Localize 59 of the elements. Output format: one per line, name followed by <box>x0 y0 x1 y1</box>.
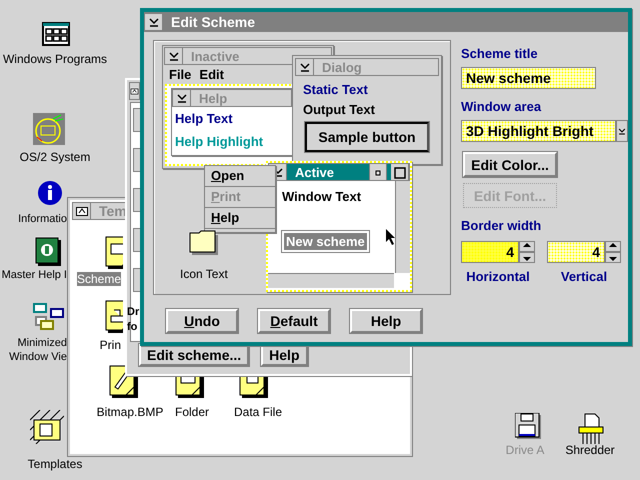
window-title: Active <box>294 164 336 180</box>
output-text: Output Text <box>303 102 375 117</box>
spin-label: Vertical <box>560 269 608 284</box>
description-text: Dr <box>127 306 140 318</box>
printer-template-icon[interactable] <box>105 300 123 334</box>
description-text: fo <box>127 321 138 333</box>
os2-logo-icon <box>33 113 65 145</box>
floppy-disk-icon <box>515 413 541 439</box>
icon-label: Master Help I <box>2 268 67 282</box>
field-label: Scheme title <box>461 46 539 61</box>
selected-text: New scheme <box>284 233 367 250</box>
spin-arrows-icon[interactable] <box>605 241 621 263</box>
icon-label: Drive A <box>504 443 546 457</box>
color-swatch[interactable] <box>133 188 140 212</box>
push-button[interactable]: Undo <box>166 309 238 333</box>
page-template-icon[interactable] <box>239 377 269 399</box>
spin-field[interactable]: 4 <box>461 241 519 263</box>
help-text: Help Text <box>175 111 233 126</box>
folder-icon[interactable] <box>73 203 91 219</box>
shredder-icon <box>578 413 604 445</box>
icon-label: Minimized <box>17 336 67 350</box>
icon-label: Shredder <box>564 443 616 457</box>
help-book-icon <box>35 237 63 267</box>
scheme-template-icon[interactable] <box>105 236 123 270</box>
window-title: Dialog <box>321 60 362 74</box>
static-text: Static Text <box>303 82 368 97</box>
system-menu-icon[interactable] <box>145 14 163 30</box>
field-label: Window area <box>461 99 542 114</box>
spin-arrows-icon[interactable] <box>519 241 535 263</box>
push-button[interactable]: Default <box>258 309 330 333</box>
sample-button[interactable]: Sample button <box>305 122 429 152</box>
push-button[interactable]: Help <box>350 309 422 333</box>
window-title: Inactive <box>190 48 240 64</box>
icon-label: Window Vie <box>9 350 67 364</box>
window-grid-icon <box>42 22 70 46</box>
folder-template-icon[interactable] <box>175 377 205 399</box>
window-title: Edit Scheme <box>170 14 256 30</box>
help-highlight-text: Help Highlight <box>175 134 264 149</box>
icon-text: Icon Text <box>180 267 228 281</box>
icon-label[interactable]: Scheme <box>76 272 121 286</box>
templates-folder-icon <box>30 410 64 444</box>
field-label: Border width <box>461 218 542 233</box>
icon-label: OS/2 System <box>18 150 92 164</box>
minimized-windows-icon <box>33 303 65 331</box>
icon-label: Informatio <box>18 212 67 226</box>
info-icon <box>37 180 63 206</box>
window-text: Window Text <box>282 189 362 204</box>
icon-label: Templates <box>26 457 84 471</box>
push-button[interactable]: Edit Color... <box>463 152 557 177</box>
color-swatch[interactable] <box>133 108 140 132</box>
color-swatch[interactable] <box>133 228 140 252</box>
mouse-pointer-icon <box>386 229 396 245</box>
window-title: Help <box>198 90 228 106</box>
icon-label: Windows Programs <box>2 52 108 66</box>
window-icon[interactable] <box>130 83 140 99</box>
icon-label[interactable]: Prin <box>100 338 121 352</box>
color-swatch[interactable] <box>133 268 140 292</box>
spin-label: Horizontal <box>466 269 530 284</box>
color-swatch[interactable] <box>133 148 140 172</box>
